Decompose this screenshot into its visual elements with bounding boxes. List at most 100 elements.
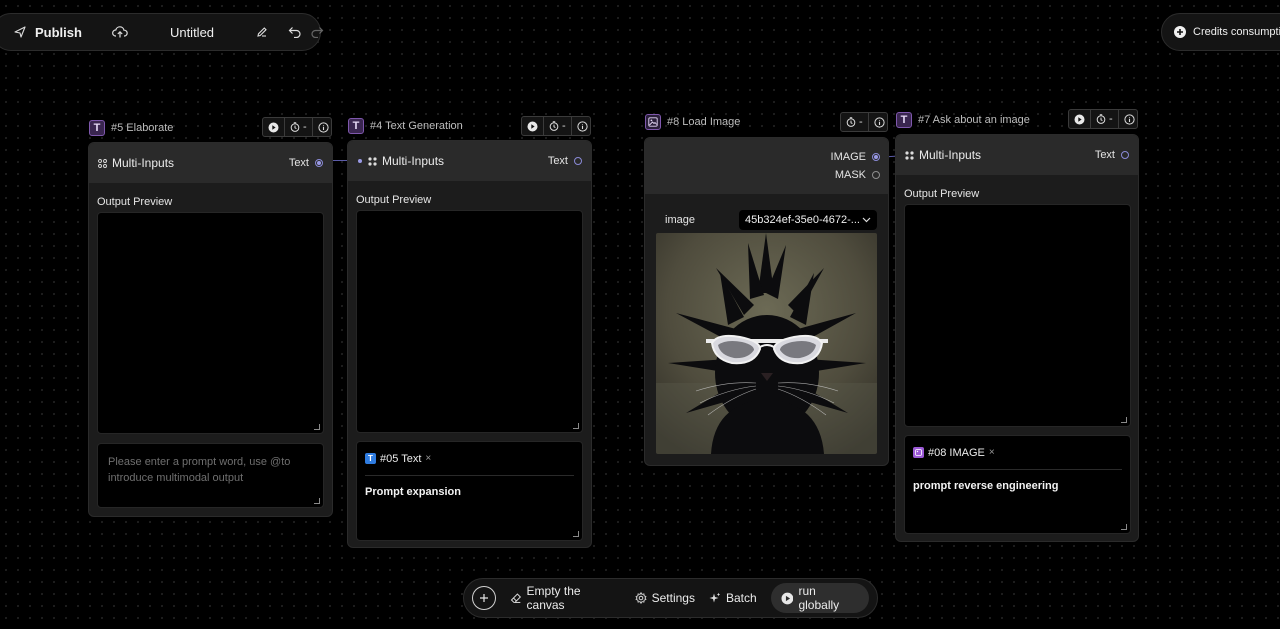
reference-chip[interactable]: T #05 Text × (365, 450, 431, 467)
redo-icon[interactable] (310, 23, 324, 41)
timer-value: - (303, 121, 307, 133)
output-port-text[interactable]: Text (289, 157, 323, 169)
port-label: IMAGE (830, 151, 866, 163)
resize-handle-icon[interactable] (314, 424, 320, 430)
info-icon (577, 120, 588, 132)
close-icon[interactable]: × (989, 447, 995, 458)
chip-divider (913, 469, 1122, 470)
settings-button[interactable]: Settings (635, 591, 695, 605)
port-dot-icon[interactable] (574, 157, 582, 165)
batch-label: Batch (725, 591, 757, 605)
info-button[interactable] (1117, 110, 1140, 128)
node-header-elaborate: T #5 Elaborate (89, 118, 173, 138)
timer-control[interactable]: - (1090, 110, 1118, 128)
image-field: image 45b324ef-35e0-4672-... (657, 210, 877, 230)
info-button[interactable] (867, 113, 890, 131)
resize-handle-icon[interactable] (1121, 524, 1127, 530)
loaded-image-preview[interactable] (656, 233, 877, 454)
resize-handle-icon[interactable] (1121, 417, 1127, 423)
output-port-mask[interactable]: MASK (835, 169, 880, 181)
resize-handle-icon[interactable] (573, 423, 579, 429)
cloud-upload-icon[interactable] (112, 23, 128, 41)
port-dot-icon[interactable] (1121, 151, 1129, 159)
port-dot-icon[interactable] (872, 153, 880, 161)
output-port-text[interactable]: Text (548, 155, 582, 167)
timer-control[interactable]: - (543, 117, 571, 135)
timer-control[interactable]: - (284, 118, 312, 136)
close-icon[interactable]: × (425, 453, 431, 464)
port-dot-icon[interactable] (315, 159, 323, 167)
prompt-input[interactable]: T #05 Text × Prompt expansion (356, 441, 583, 541)
text-node-icon: T (348, 118, 364, 134)
run-node-button[interactable] (1069, 110, 1090, 128)
output-port-text[interactable]: Text (1095, 149, 1129, 161)
image-select[interactable]: 45b324ef-35e0-4672-... (739, 210, 877, 230)
port-label: Text (288, 157, 309, 169)
prompt-input[interactable]: #08 IMAGE × prompt reverse engineering (904, 435, 1131, 534)
publish-button[interactable]: Publish (11, 23, 82, 41)
text-node-icon: T (896, 112, 912, 128)
settings-label: Settings (651, 591, 695, 605)
multi-inputs-control[interactable]: Multi-Inputs (905, 148, 981, 162)
undo-icon[interactable] (288, 23, 302, 41)
image-node-icon (645, 114, 661, 130)
cat-with-sunglasses-image (656, 233, 877, 454)
workflow-title[interactable]: Untitled (170, 25, 214, 40)
credits-consumption-button[interactable]: Credits consumption (1161, 13, 1280, 51)
output-preview-area[interactable] (97, 212, 324, 434)
run-node-button[interactable] (522, 117, 543, 135)
pencil-icon[interactable] (256, 23, 268, 41)
timer-icon (290, 122, 300, 132)
node-title[interactable]: #5 Elaborate (111, 122, 173, 134)
run-node-button[interactable] (263, 118, 284, 136)
eraser-icon (510, 593, 521, 603)
node-card-ask-image: Multi-Inputs Text Output Preview #08 IMA… (895, 134, 1139, 542)
text-node-icon: T (89, 120, 105, 136)
port-label: Text (1094, 149, 1115, 161)
run-icon (268, 122, 279, 132)
output-preview-area[interactable] (904, 204, 1131, 427)
sparkle-icon (709, 592, 721, 603)
output-preview-label: Output Preview (97, 196, 173, 208)
chip-label: #08 IMAGE (928, 446, 985, 459)
plus-icon (479, 594, 488, 602)
run-icon (527, 121, 538, 131)
timer-control[interactable]: - (841, 113, 868, 131)
node-inputs-bar: Multi-Inputs Text (348, 141, 591, 181)
output-preview-area[interactable] (356, 210, 583, 433)
timer-value: - (1109, 113, 1113, 125)
empty-canvas-button[interactable]: Empty the canvas (510, 584, 621, 612)
grid-icon (905, 150, 914, 160)
node-controls: - (840, 112, 888, 132)
batch-button[interactable]: Batch (709, 591, 757, 605)
chevron-down-icon (862, 217, 871, 223)
node-title[interactable]: #8 Load Image (667, 116, 740, 128)
node-title[interactable]: #4 Text Generation (370, 120, 463, 132)
multi-inputs-control[interactable]: Multi-Inputs (357, 154, 444, 168)
bottom-toolbar: Empty the canvas Settings Batch run glob… (463, 578, 878, 618)
node-card-elaborate: Multi-Inputs Text Output Preview Please … (88, 142, 333, 517)
info-button[interactable] (570, 117, 593, 135)
reference-chip[interactable]: #08 IMAGE × (913, 444, 995, 461)
input-port-icon[interactable] (357, 158, 363, 164)
coin-icon (1174, 26, 1186, 38)
run-globally-button[interactable]: run globally (770, 583, 869, 613)
prompt-text: Prompt expansion (365, 486, 461, 498)
port-dot-icon[interactable] (872, 171, 880, 179)
info-button[interactable] (311, 118, 334, 136)
resize-handle-icon[interactable] (573, 531, 579, 537)
node-inputs-bar: Multi-Inputs Text (896, 135, 1138, 175)
node-title[interactable]: #7 Ask about an image (918, 114, 1030, 126)
node-header-ask-image: T #7 Ask about an image (896, 110, 1030, 130)
prompt-input[interactable]: Please enter a prompt word, use @to intr… (97, 443, 324, 508)
gear-icon (635, 592, 647, 604)
publish-label: Publish (35, 24, 82, 40)
node-outputs-bar: IMAGE MASK (645, 138, 888, 194)
output-port-image[interactable]: IMAGE (831, 151, 880, 163)
multi-inputs-control[interactable]: Multi-Inputs (98, 156, 174, 170)
output-preview-label: Output Preview (904, 188, 980, 200)
add-node-button[interactable] (472, 586, 496, 610)
image-select-value: 45b324ef-35e0-4672-... (745, 214, 860, 226)
resize-handle-icon[interactable] (314, 498, 320, 504)
port-label: Text (547, 155, 568, 167)
